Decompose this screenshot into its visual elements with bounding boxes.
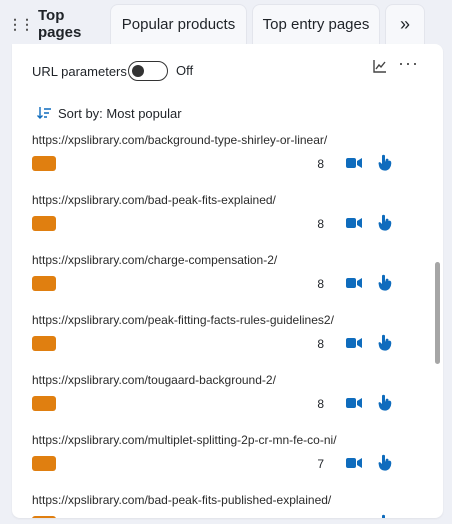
toggle-knob [132, 64, 144, 77]
more-options-button[interactable]: ··· [398, 53, 419, 74]
popularity-bar[interactable] [32, 336, 56, 351]
page-url-link[interactable]: https://xpslibrary.com/background-type-s… [32, 133, 327, 147]
sort-control[interactable]: Sort by: Most popular [36, 105, 182, 121]
video-camera-icon[interactable] [346, 157, 362, 169]
popularity-bar[interactable] [32, 456, 56, 471]
popularity-bar[interactable] [32, 216, 56, 231]
video-camera-icon[interactable] [346, 397, 362, 409]
page-url-link[interactable]: https://xpslibrary.com/bad-peak-fits-pub… [32, 493, 331, 507]
video-camera-icon[interactable] [346, 217, 362, 229]
toggle-state-label: Off [176, 63, 194, 78]
tab-top-pages[interactable]: ⋮⋮ Top pages [0, 4, 106, 44]
url-parameters-toggle[interactable] [128, 61, 168, 81]
video-camera-icon[interactable] [346, 517, 362, 518]
popularity-bar[interactable] [32, 516, 56, 518]
panel-toolbar: URL parameters Off ··· [12, 44, 443, 98]
chevron-double-right-icon: » [399, 14, 410, 34]
page-url-link[interactable]: https://xpslibrary.com/charge-compensati… [32, 253, 277, 267]
page-list: https://xpslibrary.com/background-type-s… [12, 130, 443, 518]
line-chart-icon[interactable] [372, 58, 388, 74]
url-parameters-label: URL parameters [32, 64, 127, 79]
list-item: https://xpslibrary.com/background-type-s… [12, 130, 443, 190]
popularity-bar[interactable] [32, 156, 56, 171]
video-camera-icon[interactable] [346, 277, 362, 289]
popularity-bar[interactable] [32, 396, 56, 411]
sort-label: Sort by: Most popular [58, 105, 182, 121]
video-camera-icon[interactable] [346, 337, 362, 349]
tab-overflow-button[interactable]: » [385, 4, 425, 44]
list-item: https://xpslibrary.com/peak-fitting-fact… [12, 310, 443, 370]
view-count: 8 [317, 157, 324, 171]
view-count: 7 [317, 457, 324, 471]
sort-descending-icon [37, 107, 51, 119]
top-pages-panel: URL parameters Off ··· Sort by: Most pop… [12, 44, 443, 518]
tab-label: Popular products [121, 16, 236, 33]
list-item: https://xpslibrary.com/bad-peak-fits-pub… [12, 490, 443, 518]
list-item: https://xpslibrary.com/bad-peak-fits-exp… [12, 190, 443, 250]
tab-label: Top entry pages [262, 16, 370, 33]
tab-label: Top pages [38, 7, 82, 41]
pointer-hand-icon[interactable] [378, 394, 392, 411]
page-url-link[interactable]: https://xpslibrary.com/bad-peak-fits-exp… [32, 193, 276, 207]
list-item: https://xpslibrary.com/tougaard-backgrou… [12, 370, 443, 430]
pointer-hand-icon[interactable] [378, 454, 392, 471]
page-url-link[interactable]: https://xpslibrary.com/multiplet-splitti… [32, 433, 337, 447]
page-url-link[interactable]: https://xpslibrary.com/peak-fitting-fact… [32, 313, 334, 327]
video-camera-icon[interactable] [346, 457, 362, 469]
popularity-bar[interactable] [32, 276, 56, 291]
view-count: 8 [317, 217, 324, 231]
pointer-hand-icon[interactable] [378, 334, 392, 351]
drag-handle-icon[interactable]: ⋮⋮ [8, 16, 34, 33]
tab-bar: ⋮⋮ Top pages Popular products Top entry … [0, 0, 452, 44]
view-count: 8 [317, 397, 324, 411]
tab-popular-products[interactable]: Popular products [110, 4, 247, 44]
pointer-hand-icon[interactable] [378, 214, 392, 231]
tab-top-entry-pages[interactable]: Top entry pages [252, 4, 380, 44]
pointer-hand-icon[interactable] [378, 514, 392, 518]
pointer-hand-icon[interactable] [378, 154, 392, 171]
view-count: 8 [317, 337, 324, 351]
page-url-link[interactable]: https://xpslibrary.com/tougaard-backgrou… [32, 373, 276, 387]
list-item: https://xpslibrary.com/charge-compensati… [12, 250, 443, 310]
scrollbar-thumb[interactable] [435, 262, 440, 364]
pointer-hand-icon[interactable] [378, 274, 392, 291]
list-item: https://xpslibrary.com/multiplet-splitti… [12, 430, 443, 490]
view-count: 8 [317, 277, 324, 291]
